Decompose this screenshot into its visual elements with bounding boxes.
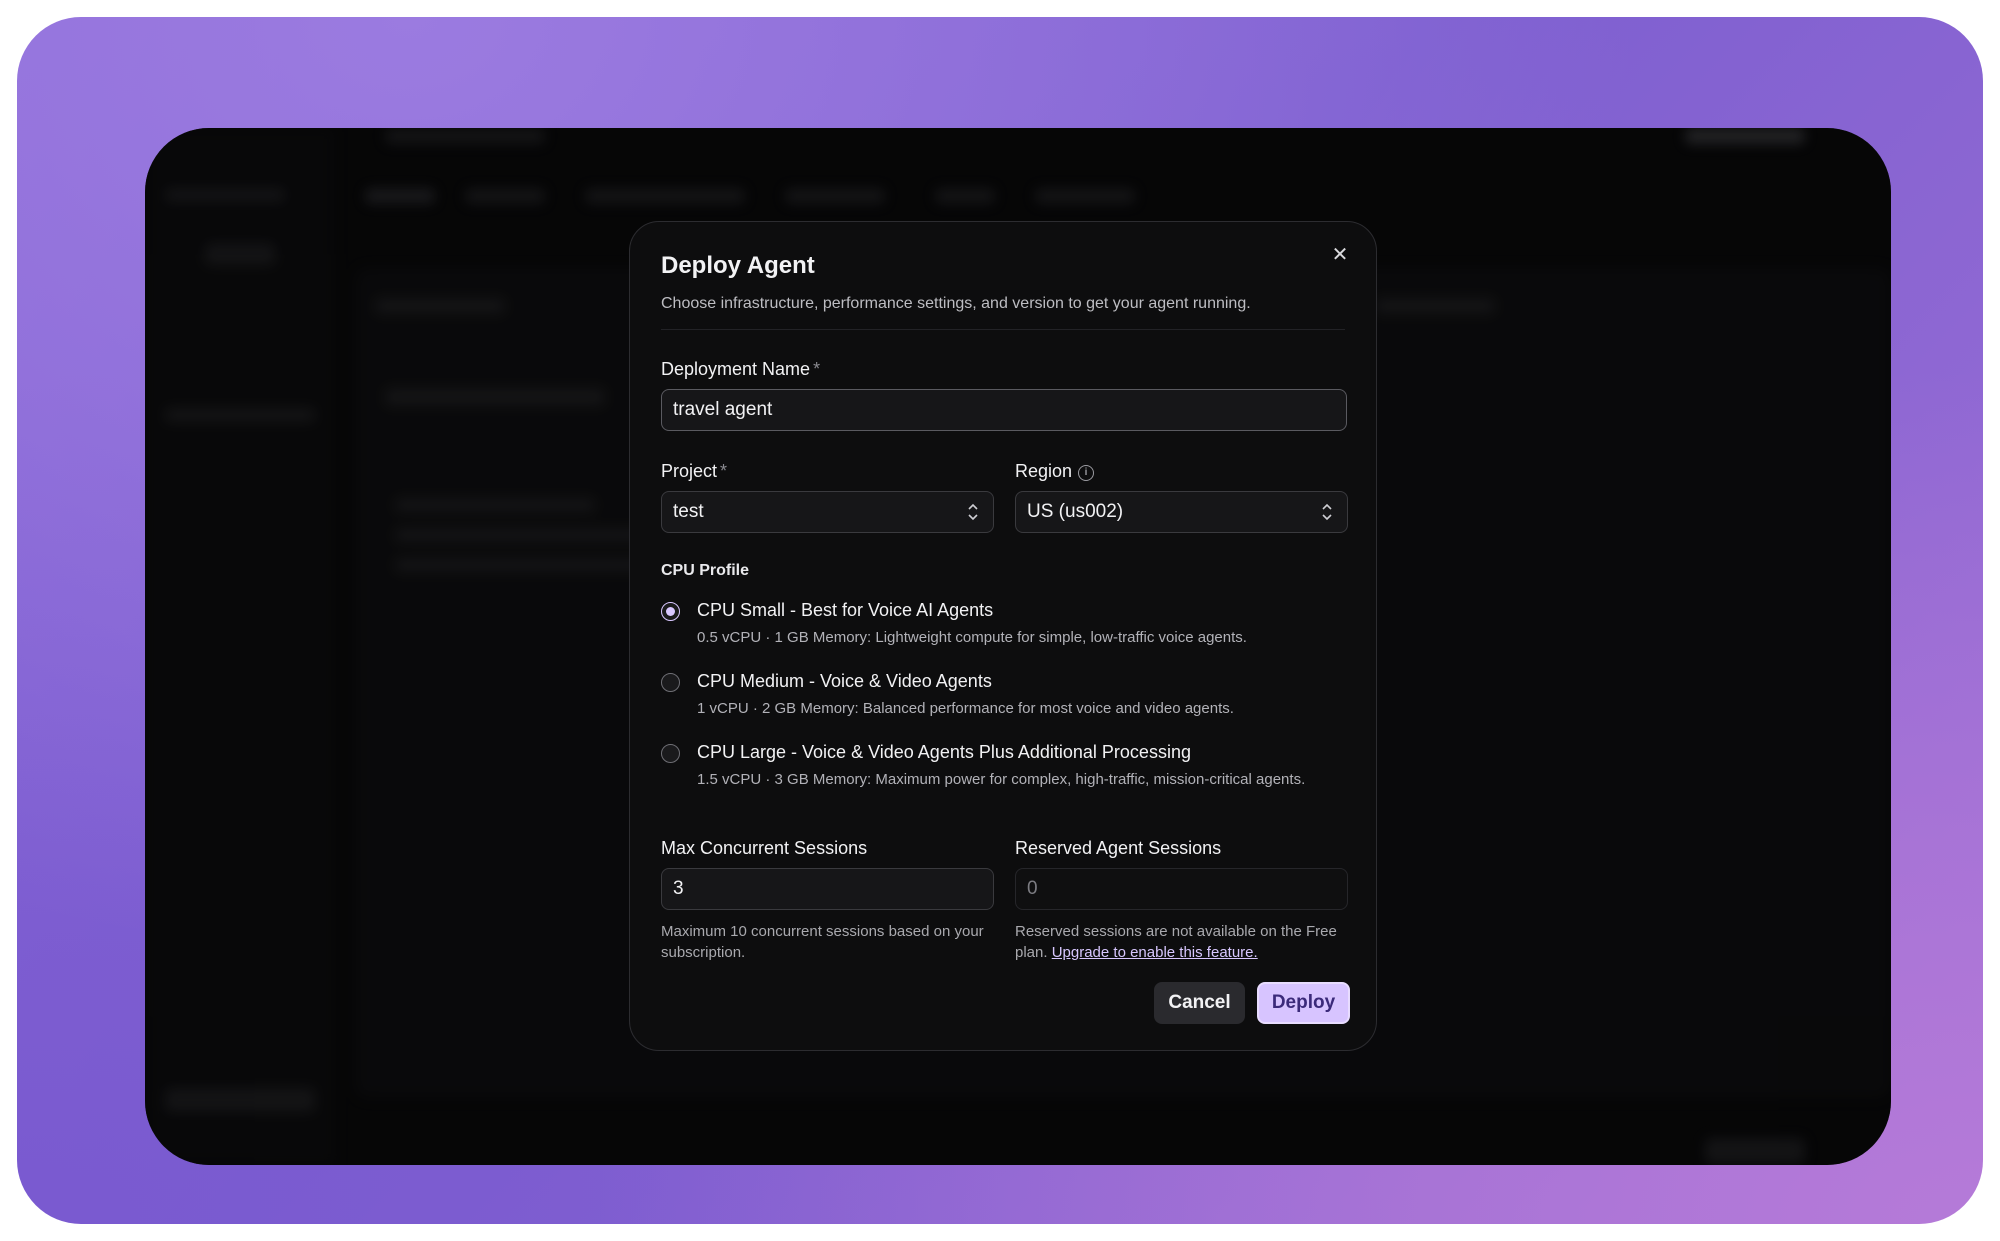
project-select[interactable]: test bbox=[661, 491, 994, 533]
required-marker: * bbox=[720, 461, 728, 481]
radio-button[interactable] bbox=[661, 744, 680, 763]
cpu-option-medium[interactable]: CPU Medium - Voice & Video Agents 1 vCPU… bbox=[661, 671, 1351, 717]
region-select[interactable]: US (us002) bbox=[1015, 491, 1348, 533]
close-button[interactable]: ✕ bbox=[1326, 240, 1354, 268]
reserved-sessions-value: 0 bbox=[1027, 878, 1038, 899]
deployment-name-label: Deployment Name * bbox=[661, 359, 820, 380]
cpu-option-description: 0.5 vCPU · 1 GB Memory: Lightweight comp… bbox=[697, 629, 1247, 646]
region-value: US (us002) bbox=[1027, 501, 1124, 522]
dialog-subtitle: Choose infrastructure, performance setti… bbox=[661, 295, 1251, 312]
divider bbox=[661, 329, 1345, 330]
max-sessions-value: 3 bbox=[673, 878, 684, 899]
required-marker: * bbox=[813, 359, 821, 379]
project-label: Project * bbox=[661, 461, 727, 482]
chevron-up-down-icon bbox=[968, 503, 978, 521]
deployment-name-value: travel agent bbox=[673, 399, 773, 420]
max-sessions-label: Max Concurrent Sessions bbox=[661, 838, 868, 858]
project-value: test bbox=[673, 501, 704, 522]
dialog-title: Deploy Agent bbox=[661, 252, 815, 279]
background-frame: ✕ Deploy Agent Choose infrastructure, pe… bbox=[17, 17, 1983, 1224]
reserved-sessions-help: Reserved sessions are not available on t… bbox=[1015, 921, 1355, 963]
cpu-option-large[interactable]: CPU Large - Voice & Video Agents Plus Ad… bbox=[661, 742, 1351, 810]
cpu-profile-label: CPU Profile bbox=[661, 562, 750, 579]
cpu-option-title: CPU Large - Voice & Video Agents Plus Ad… bbox=[697, 742, 1191, 762]
app-screen: ✕ Deploy Agent Choose infrastructure, pe… bbox=[145, 128, 1891, 1165]
chevron-up-down-icon bbox=[1322, 503, 1332, 521]
max-sessions-input[interactable]: 3 bbox=[661, 868, 994, 910]
radio-button-checked[interactable] bbox=[661, 602, 680, 621]
cpu-option-description: 1.5 vCPU · 3 GB Memory: Maximum power fo… bbox=[697, 771, 1306, 788]
cpu-option-small[interactable]: CPU Small - Best for Voice AI Agents 0.5… bbox=[661, 600, 1351, 646]
cpu-option-title: CPU Small - Best for Voice AI Agents bbox=[697, 600, 994, 620]
region-label: Region i bbox=[1015, 461, 1095, 482]
info-icon[interactable]: i bbox=[1078, 465, 1095, 481]
deployment-name-input[interactable]: travel agent bbox=[661, 389, 1347, 431]
deployment-name-label-text: Deployment Name bbox=[661, 359, 811, 379]
radio-button[interactable] bbox=[661, 673, 680, 692]
upgrade-link[interactable]: Upgrade to enable this feature. bbox=[1052, 944, 1258, 961]
project-label-text: Project bbox=[661, 461, 718, 481]
reserved-sessions-label: Reserved Agent Sessions bbox=[1015, 838, 1222, 858]
deploy-button[interactable]: Deploy bbox=[1257, 982, 1350, 1024]
close-icon: ✕ bbox=[1331, 243, 1349, 266]
region-label-text: Region bbox=[1015, 461, 1073, 481]
cpu-option-title: CPU Medium - Voice & Video Agents bbox=[697, 671, 992, 691]
cancel-button[interactable]: Cancel bbox=[1154, 982, 1245, 1024]
deploy-agent-dialog: ✕ Deploy Agent Choose infrastructure, pe… bbox=[629, 221, 1377, 1051]
max-sessions-help: Maximum 10 concurrent sessions based on … bbox=[661, 923, 984, 961]
reserved-sessions-input: 0 bbox=[1015, 868, 1348, 910]
cpu-option-description: 1 vCPU · 2 GB Memory: Balanced performan… bbox=[697, 700, 1234, 717]
